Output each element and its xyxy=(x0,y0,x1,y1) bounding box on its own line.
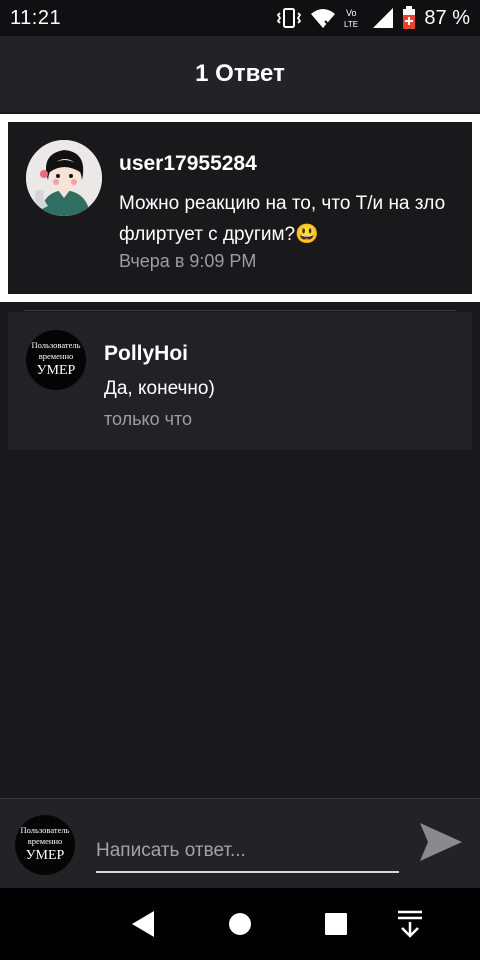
composer-avatar: Пользователь временно УМЕР xyxy=(15,815,75,875)
anime-character-avatar-image xyxy=(26,140,102,216)
home-icon[interactable] xyxy=(224,908,256,940)
reply-timestamp: только что xyxy=(104,409,193,429)
signal-icon xyxy=(373,8,394,28)
svg-text:LTE: LTE xyxy=(344,20,358,29)
original-comment: user17955284 Можно реакцию на то, что Т/… xyxy=(8,122,472,294)
reply-item: Пользователь временно УМЕР PollyHoi Да, … xyxy=(8,312,472,450)
reply-text: Да, конечно) xyxy=(104,378,215,399)
status-bar: 11:21 Vo LTE 87 % xyxy=(0,0,480,36)
status-time: 11:21 xyxy=(10,6,62,29)
reply-username[interactable]: PollyHoi xyxy=(104,342,188,366)
avatar-caption: Пользователь временно УМЕР xyxy=(31,340,81,378)
comment-text: Можно реакцию на то, что Т/и на зло флир… xyxy=(119,193,446,245)
reply-input[interactable] xyxy=(96,821,399,873)
volte-icon: Vo LTE xyxy=(344,8,358,29)
comment-username[interactable]: user17955284 xyxy=(119,152,257,176)
battery-percent: 87 % xyxy=(424,6,470,29)
comment-timestamp: Вчера в 9:09 PM xyxy=(119,251,257,271)
send-icon[interactable] xyxy=(418,821,464,863)
svg-text:Vo: Vo xyxy=(346,8,357,18)
wifi-icon xyxy=(311,9,336,28)
recents-icon[interactable] xyxy=(320,908,352,940)
original-comment-frame: user17955284 Можно реакцию на то, что Т/… xyxy=(0,114,480,302)
status-icons: Vo LTE 87 % xyxy=(276,6,470,30)
hide-nav-icon[interactable] xyxy=(394,908,426,940)
back-icon[interactable] xyxy=(128,908,160,940)
battery-icon xyxy=(403,6,416,29)
system-nav-bar xyxy=(0,888,480,960)
divider xyxy=(24,310,456,311)
reply-avatar[interactable]: Пользователь временно УМЕР xyxy=(26,330,86,390)
user-avatar[interactable] xyxy=(26,140,102,216)
avatar-caption: Пользователь временно УМЕР xyxy=(20,825,70,863)
vibrate-icon xyxy=(277,8,302,28)
page-title: 1 Ответ xyxy=(195,60,285,87)
page-header: 1 Ответ xyxy=(0,36,480,112)
reply-composer: Пользователь временно УМЕР xyxy=(0,798,480,888)
